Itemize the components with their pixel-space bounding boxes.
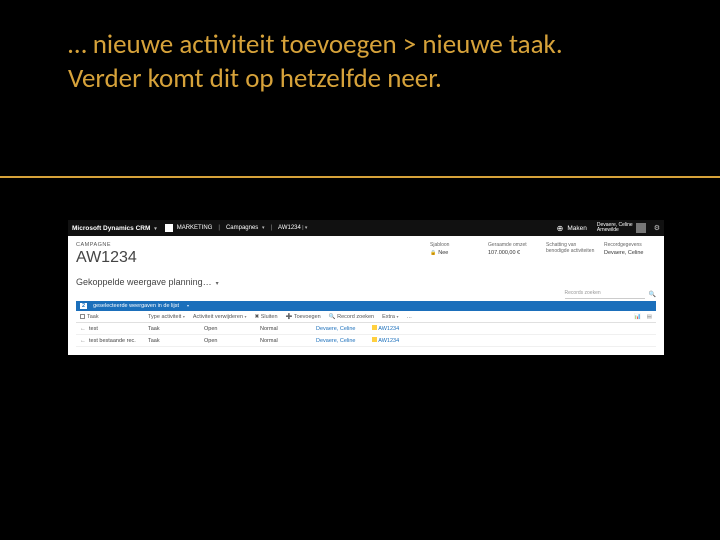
cell-regarding-owner[interactable]: Devaere, Celine bbox=[316, 338, 364, 344]
headline: … nieuwe activiteit toevoegen > nieuwe t… bbox=[68, 28, 652, 96]
header-field-revenue[interactable]: Geraamde omzet 107.000,00 € bbox=[488, 242, 540, 256]
table-row[interactable]: ← test bestaande rec. Taak Open Normal D… bbox=[76, 335, 656, 347]
regarding-link: AW1234 bbox=[378, 326, 399, 332]
lock-icon: 🔒 bbox=[430, 250, 436, 256]
divider bbox=[0, 176, 720, 178]
header-field-record-info[interactable]: Recordgegevens Devaere, Celine bbox=[604, 242, 656, 256]
cmd-search-records[interactable]: 🔍 Record zoeken bbox=[329, 314, 374, 320]
search-icon[interactable]: 🔍 bbox=[649, 291, 656, 298]
campaign-icon bbox=[372, 337, 377, 342]
chevron-down-icon[interactable] bbox=[185, 303, 189, 309]
task-icon bbox=[80, 314, 85, 319]
breadcrumb-separator: | bbox=[268, 225, 274, 231]
subgrid-title-label: Gekoppelde weergave planning… bbox=[76, 277, 212, 287]
filter-icon[interactable]: ▤ bbox=[647, 314, 652, 320]
crm-screenshot: Microsoft Dynamics CRM MARKETING | Campa… bbox=[68, 220, 664, 355]
record-link[interactable]: AW1234 bbox=[278, 225, 307, 231]
product-label: Microsoft Dynamics CRM bbox=[72, 225, 150, 232]
record-label: AW1234 bbox=[278, 225, 301, 231]
field-value: Nee bbox=[438, 250, 448, 256]
entity-list-link[interactable]: Campagnes bbox=[226, 225, 265, 231]
cmd-label: Record zoeken bbox=[337, 314, 374, 320]
cell-owner: Normal bbox=[260, 338, 308, 344]
table-row[interactable]: ← test Taak Open Normal Devaere, Celine … bbox=[76, 323, 656, 335]
field-value: Devaere, Celine bbox=[604, 250, 643, 256]
new-task-button[interactable]: Taak bbox=[87, 314, 99, 320]
cell-regarding[interactable]: AW1234 bbox=[372, 337, 399, 344]
gear-icon[interactable]: ⚙ bbox=[654, 224, 660, 232]
cell-owner: Normal bbox=[260, 326, 308, 332]
col-label: Type activiteit bbox=[148, 314, 181, 320]
search-input[interactable]: Records zoeken bbox=[565, 290, 645, 299]
form-header: CAMPAGNE AW1234 Sjabloon 🔒Nee Geraamde o… bbox=[76, 242, 656, 267]
subgrid-title[interactable]: Gekoppelde weergave planning… bbox=[76, 277, 656, 287]
cell-status: Open bbox=[204, 338, 252, 344]
selection-label: geselecteerde weergaven in de lijst bbox=[93, 303, 179, 309]
cell-status: Open bbox=[204, 326, 252, 332]
create-button[interactable]: Maken bbox=[567, 225, 587, 232]
navbar-right: ⊕ Maken Devaere, Celine Arnewilde ⚙ bbox=[557, 223, 660, 233]
cell-type: Taak bbox=[148, 338, 196, 344]
cell-subject: test bestaande rec. bbox=[89, 338, 136, 344]
subgrid-toolbar: Taak Type activiteit Activiteit verwijde… bbox=[76, 311, 656, 323]
field-label: Recordgegevens bbox=[604, 242, 656, 248]
page-title: AW1234 bbox=[76, 249, 137, 267]
slide: … nieuwe activiteit toevoegen > nieuwe t… bbox=[0, 0, 720, 540]
cmd-delete[interactable]: Activiteit verwijderen bbox=[193, 314, 247, 320]
cmd-overflow[interactable]: … bbox=[407, 314, 413, 320]
breadcrumb-separator: | bbox=[216, 225, 222, 231]
cmd-close[interactable]: ✖ Sluiten bbox=[255, 314, 278, 320]
campaign-icon bbox=[372, 325, 377, 330]
field-label: Geraamde omzet bbox=[488, 242, 540, 248]
avatar bbox=[636, 223, 646, 233]
header-field-activities[interactable]: Schatting van benodigde activiteiten bbox=[546, 242, 598, 256]
cmd-label: Toevoegen bbox=[294, 314, 321, 320]
user-menu[interactable]: Devaere, Celine Arnewilde bbox=[597, 223, 646, 233]
header-field-template: Sjabloon 🔒Nee bbox=[430, 242, 482, 256]
arrow-icon: ← bbox=[80, 326, 86, 332]
cmd-label: Activiteit verwijderen bbox=[193, 314, 243, 320]
cmd-label: Sluiten bbox=[261, 314, 278, 320]
product-logo[interactable]: Microsoft Dynamics CRM bbox=[72, 225, 157, 232]
global-navbar: Microsoft Dynamics CRM MARKETING | Campa… bbox=[68, 220, 664, 236]
selection-bar: 2 geselecteerde weergaven in de lijst bbox=[76, 301, 656, 311]
cell-type: Taak bbox=[148, 326, 196, 332]
entity-list-label: Campagnes bbox=[226, 225, 258, 231]
create-icon[interactable]: ⊕ bbox=[557, 224, 564, 233]
selection-count: 2 bbox=[80, 303, 87, 309]
col-type[interactable]: Type activiteit bbox=[148, 314, 185, 320]
cmd-label: Extra bbox=[382, 314, 395, 320]
cell-regarding[interactable]: AW1234 bbox=[372, 325, 399, 332]
area-label: MARKETING bbox=[177, 225, 213, 231]
cell-subject: test bbox=[89, 326, 98, 332]
cell-regarding-owner[interactable]: Devaere, Celine bbox=[316, 326, 364, 332]
header-fields: Sjabloon 🔒Nee Geraamde omzet 107.000,00 … bbox=[430, 242, 656, 256]
entity-type-label: CAMPAGNE bbox=[76, 242, 137, 248]
form-body: CAMPAGNE AW1234 Sjabloon 🔒Nee Geraamde o… bbox=[68, 236, 664, 355]
regarding-link: AW1234 bbox=[378, 338, 399, 344]
area-link[interactable]: MARKETING bbox=[177, 225, 213, 231]
chevron-down-icon bbox=[216, 277, 219, 287]
field-label: Sjabloon bbox=[430, 242, 482, 248]
subgrid-search-row: Records zoeken 🔍 bbox=[76, 290, 656, 299]
user-org: Arnewilde bbox=[597, 228, 633, 233]
breadcrumb: MARKETING | Campagnes | AW1234 bbox=[165, 224, 308, 232]
home-icon[interactable] bbox=[165, 224, 173, 232]
chart-icon[interactable]: 📊 bbox=[634, 314, 641, 320]
field-value: 107.000,00 € bbox=[488, 250, 520, 256]
cmd-add[interactable]: ➕ Toevoegen bbox=[286, 314, 321, 320]
cmd-tools[interactable]: Extra bbox=[382, 314, 398, 320]
field-label: Schatting van benodigde activiteiten bbox=[546, 242, 598, 254]
arrow-icon: ← bbox=[80, 338, 86, 344]
